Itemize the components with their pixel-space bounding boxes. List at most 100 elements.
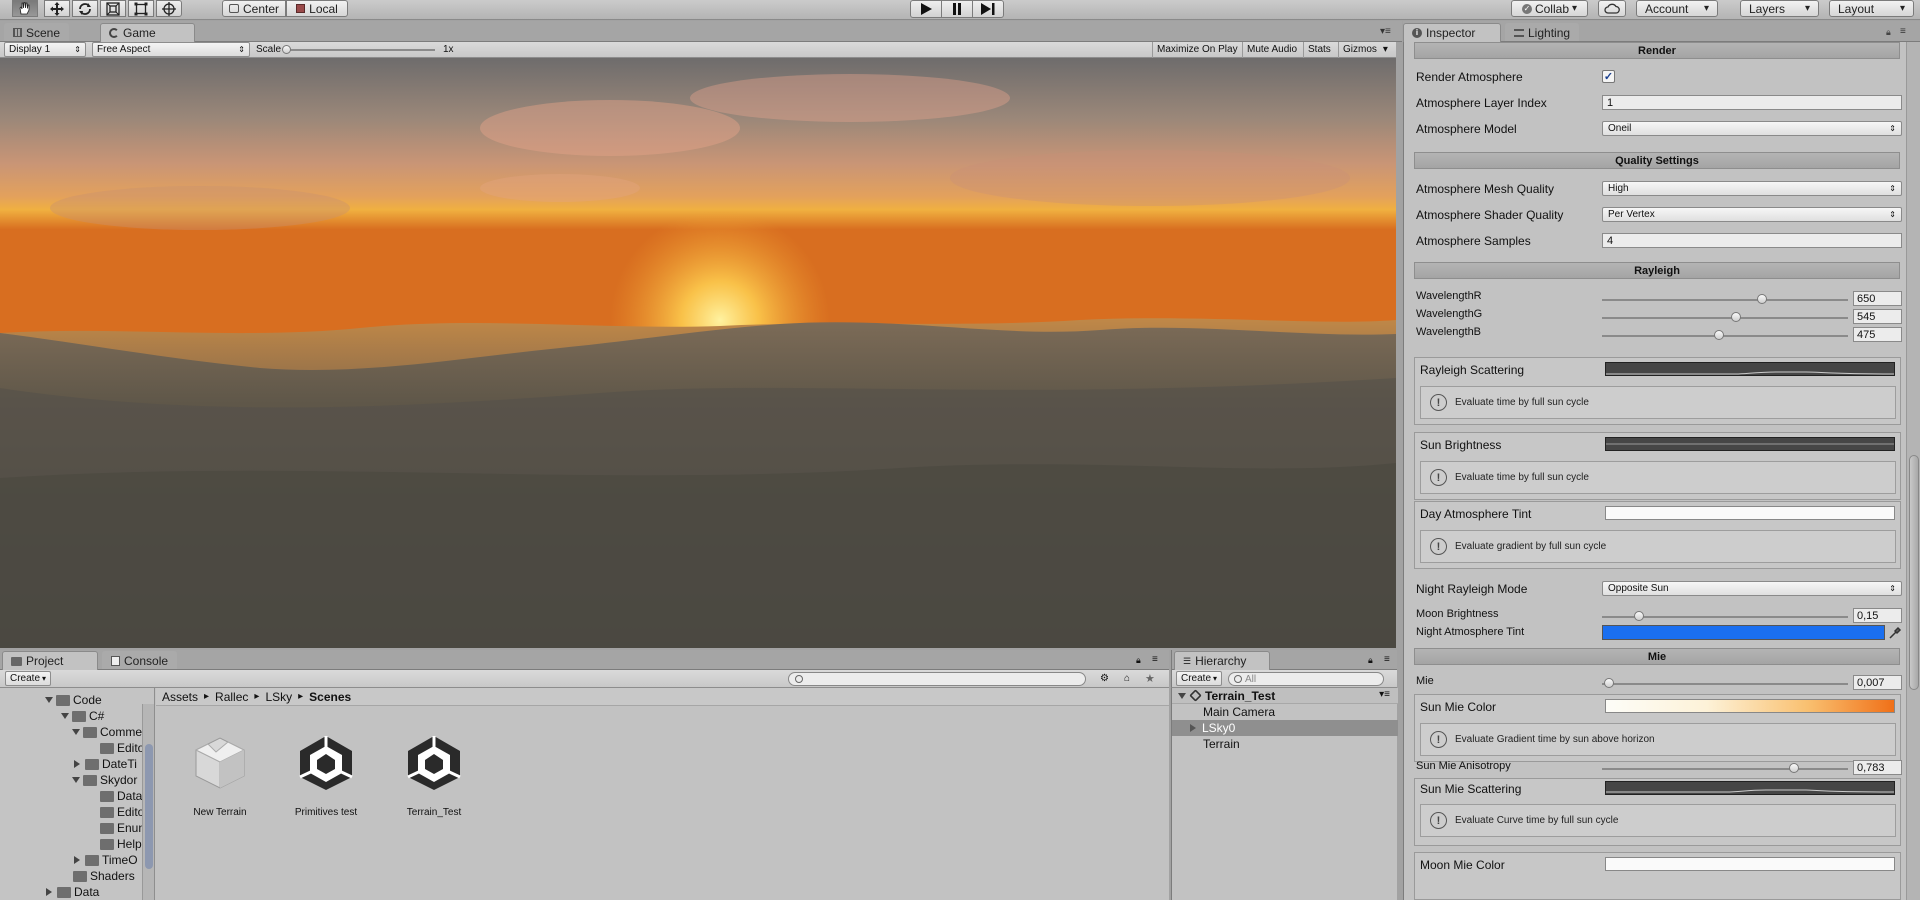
layout-dropdown[interactable]: Layout ▾ <box>1829 0 1914 17</box>
tree-folder-enum[interactable]: Enun <box>100 821 145 835</box>
mie-field[interactable]: 0,007 <box>1853 675 1902 690</box>
tree-scrollbar[interactable] <box>142 704 154 900</box>
aspect-dropdown[interactable]: Free Aspect ⇕ <box>92 42 250 57</box>
asset-primitives-test[interactable]: Primitives test <box>286 732 366 818</box>
panel-menu-icon[interactable]: ≡ <box>1152 654 1158 665</box>
favorite-star-icon[interactable]: ★ <box>1145 672 1155 685</box>
tree-folder-editor[interactable]: Edito <box>100 741 144 755</box>
gizmos-dropdown[interactable]: Gizmos ▾ <box>1338 42 1392 58</box>
tab-game[interactable]: Game <box>100 23 195 42</box>
inspector-scrollbar[interactable] <box>1906 42 1920 900</box>
moon-brightness-slider[interactable] <box>1602 611 1848 621</box>
sun-mie-scattering-curve[interactable] <box>1605 781 1895 795</box>
scrollbar-thumb[interactable] <box>1909 455 1919 690</box>
day-tint-gradient[interactable] <box>1605 506 1895 520</box>
breadcrumb-rallec[interactable]: Rallec <box>215 690 248 704</box>
tab-lighting[interactable]: Lighting <box>1505 23 1580 41</box>
sun-brightness-curve[interactable] <box>1605 437 1895 451</box>
lock-icon[interactable]: 🔒︎ <box>1368 655 1373 666</box>
panel-menu-icon[interactable]: ≡ <box>1384 654 1390 665</box>
pivot-space-button[interactable]: Local <box>286 0 348 17</box>
wavelength-b-slider[interactable] <box>1602 330 1848 340</box>
layer-index-field[interactable]: 1 <box>1602 95 1902 110</box>
tab-console[interactable]: Console <box>102 651 178 669</box>
tree-folder-datetime[interactable]: DateTi <box>74 757 137 771</box>
tab-scene[interactable]: Scene <box>4 23 70 41</box>
account-dropdown[interactable]: Account ▾ <box>1636 0 1718 17</box>
hierarchy-item-terrain[interactable]: Terrain <box>1172 736 1398 752</box>
asset-terrain-test[interactable]: Terrain_Test <box>394 732 474 818</box>
pivot-center-button[interactable]: Center <box>222 0 286 17</box>
game-view-viewport[interactable] <box>0 58 1396 648</box>
maximize-on-play-toggle[interactable]: Maximize On Play <box>1152 42 1242 58</box>
panel-menu-icon[interactable]: ≡ <box>1900 26 1906 37</box>
sun-mie-aniso-slider[interactable] <box>1602 763 1848 773</box>
sun-mie-color-gradient[interactable] <box>1605 699 1895 713</box>
breadcrumb-scenes[interactable]: Scenes <box>309 690 351 704</box>
wavelength-b-field[interactable]: 475 <box>1853 327 1902 342</box>
lock-icon[interactable]: 🔒︎ <box>1136 655 1141 666</box>
panel-menu-icon[interactable]: ▾≡ <box>1380 26 1391 37</box>
display-dropdown[interactable]: Display 1 ⇕ <box>4 42 86 57</box>
sun-mie-aniso-field[interactable]: 0,783 <box>1853 760 1902 775</box>
stats-toggle[interactable]: Stats <box>1303 42 1335 58</box>
scene-row[interactable]: Terrain_Test ▾≡ <box>1172 688 1398 704</box>
wavelength-r-field[interactable]: 650 <box>1853 291 1902 306</box>
sun-mie-aniso-knob[interactable] <box>1788 763 1799 773</box>
mie-slider[interactable] <box>1602 678 1848 688</box>
tree-folder-common[interactable]: Comme <box>72 725 142 739</box>
tree-folder-timeofday[interactable]: TimeO <box>74 853 138 867</box>
mesh-quality-dropdown[interactable]: High ⇕ <box>1602 181 1902 196</box>
tab-project[interactable]: Project <box>2 651 98 670</box>
filter-by-type-icon[interactable]: ⚙ <box>1100 673 1109 684</box>
eyedropper-icon[interactable] <box>1888 625 1902 640</box>
hierarchy-search-input[interactable]: All <box>1228 672 1384 686</box>
night-tint-color-swatch[interactable] <box>1602 625 1885 640</box>
shader-quality-dropdown[interactable]: Per Vertex ⇕ <box>1602 207 1902 222</box>
wavelength-r-knob[interactable] <box>1756 294 1767 304</box>
tree-folder-skydome[interactable]: Skydor <box>72 773 137 787</box>
step-button[interactable] <box>972 0 1004 18</box>
hand-tool-button[interactable] <box>12 0 38 17</box>
lock-icon[interactable]: 🔒︎ <box>1886 27 1891 38</box>
transform-tool-button[interactable] <box>156 0 182 17</box>
moon-brightness-knob[interactable] <box>1633 611 1644 621</box>
tab-inspector[interactable]: i Inspector <box>1403 23 1501 42</box>
cloud-button[interactable] <box>1598 0 1626 17</box>
wavelength-r-slider[interactable] <box>1602 294 1848 304</box>
rect-tool-button[interactable] <box>128 0 154 17</box>
mie-knob[interactable] <box>1604 678 1615 688</box>
night-mode-dropdown[interactable]: Opposite Sun ⇕ <box>1602 581 1902 596</box>
rayleigh-scattering-curve[interactable] <box>1605 362 1895 376</box>
breadcrumb-lsky[interactable]: LSky <box>265 690 292 704</box>
tree-folder-data[interactable]: Data <box>100 789 142 803</box>
hierarchy-item-main-camera[interactable]: Main Camera <box>1172 704 1398 720</box>
breadcrumb-assets[interactable]: Assets <box>162 690 198 704</box>
pause-button[interactable] <box>941 0 973 18</box>
move-tool-button[interactable] <box>44 0 70 17</box>
tree-folder-code[interactable]: Code <box>45 693 102 707</box>
moon-mie-color-gradient[interactable] <box>1605 857 1895 871</box>
tab-hierarchy[interactable]: ☰ Hierarchy <box>1174 651 1270 670</box>
mute-audio-toggle[interactable]: Mute Audio <box>1242 42 1301 58</box>
hierarchy-item-lsky0[interactable]: LSky0 <box>1172 720 1398 736</box>
project-create-dropdown[interactable]: Create ▾ <box>5 671 51 686</box>
tree-folder-helpers[interactable]: Help <box>100 837 142 851</box>
tree-folder-data-2[interactable]: Data <box>46 885 99 899</box>
scale-slider-track[interactable] <box>282 45 435 54</box>
tree-folder-csharp[interactable]: C# <box>61 709 104 723</box>
tree-folder-shaders[interactable]: Shaders <box>73 869 135 883</box>
wavelength-g-knob[interactable] <box>1731 312 1742 322</box>
scale-tool-button[interactable] <box>100 0 126 17</box>
scrollbar-thumb[interactable] <box>145 744 153 869</box>
project-search-input[interactable] <box>788 672 1086 686</box>
scene-menu-icon[interactable]: ▾≡ <box>1379 689 1390 700</box>
samples-field[interactable]: 4 <box>1602 233 1902 248</box>
hierarchy-create-dropdown[interactable]: Create ▾ <box>1176 671 1222 686</box>
atmosphere-model-dropdown[interactable]: Oneil ⇕ <box>1602 121 1902 136</box>
layers-dropdown[interactable]: Layers ▾ <box>1740 0 1819 17</box>
moon-brightness-field[interactable]: 0,15 <box>1853 608 1902 623</box>
play-button[interactable] <box>910 0 942 18</box>
asset-new-terrain[interactable]: New Terrain <box>180 732 260 818</box>
render-atmosphere-checkbox[interactable]: ✓ <box>1602 70 1615 83</box>
